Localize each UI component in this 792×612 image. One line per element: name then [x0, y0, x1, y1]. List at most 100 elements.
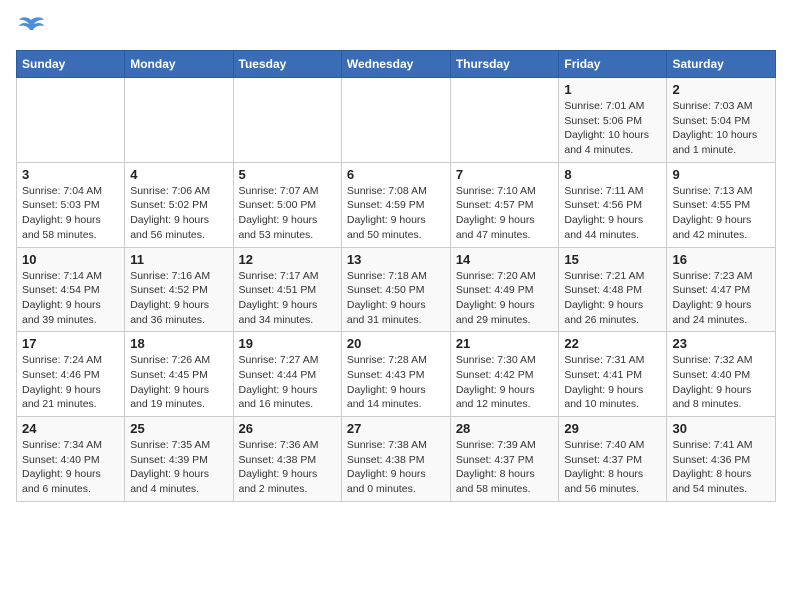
- calendar-cell: 29 Sunrise: 7:40 AM Sunset: 4:37 PM Dayli…: [559, 417, 667, 502]
- logo-icon: [16, 16, 46, 40]
- day-number: 9: [672, 167, 770, 182]
- day-info: Sunrise: 7:21 AM Sunset: 4:48 PM Dayligh…: [564, 269, 661, 328]
- day-info: Sunrise: 7:26 AM Sunset: 4:45 PM Dayligh…: [130, 353, 227, 412]
- day-info: Sunrise: 7:31 AM Sunset: 4:41 PM Dayligh…: [564, 353, 661, 412]
- week-row-4: 17Sunrise: 7:24 AM Sunset: 4:46 PM Dayli…: [17, 332, 776, 417]
- day-info: Sunrise: 7:06 AM Sunset: 5:02 PM Dayligh…: [130, 184, 227, 243]
- day-number: 22: [564, 336, 661, 351]
- day-number: 6: [347, 167, 445, 182]
- day-info: Sunrise: 7:16 AM Sunset: 4:52 PM Dayligh…: [130, 269, 227, 328]
- day-info: Sunrise: 7:04 AM Sunset: 5:03 PM Dayligh…: [22, 184, 119, 243]
- calendar-cell: 24 Sunrise: 7:34 AM Sunset: 4:40 PM Dayli…: [17, 417, 125, 502]
- calendar-cell: 12 Sunrise: 7:17 AM Sunset: 4:51 PM Dayli…: [233, 247, 341, 332]
- day-info: Sunrise: 7:08 AM Sunset: 4:59 PM Dayligh…: [347, 184, 445, 243]
- day-info: Sunrise: 7:13 AM Sunset: 4:55 PM Dayligh…: [672, 184, 770, 243]
- day-number: 20: [347, 336, 445, 351]
- day-number: 17: [22, 336, 119, 351]
- calendar-cell: 22 Sunrise: 7:31 AM Sunset: 4:41 PM Dayli…: [559, 332, 667, 417]
- day-info: Sunrise: 7:30 AM Sunset: 4:42 PM Dayligh…: [456, 353, 554, 412]
- day-number: 4: [130, 167, 227, 182]
- day-number: 16: [672, 252, 770, 267]
- calendar-cell: 27 Sunrise: 7:38 AM Sunset: 4:38 PM Dayli…: [341, 417, 450, 502]
- calendar-cell: 17Sunrise: 7:24 AM Sunset: 4:46 PM Dayli…: [17, 332, 125, 417]
- calendar-cell: 21Sunrise: 7:30 AM Sunset: 4:42 PM Dayli…: [450, 332, 559, 417]
- day-number: 8: [564, 167, 661, 182]
- calendar-cell: 7 Sunrise: 7:10 AM Sunset: 4:57 PM Daylig…: [450, 162, 559, 247]
- calendar-cell: 20 Sunrise: 7:28 AM Sunset: 4:43 PM Dayli…: [341, 332, 450, 417]
- day-info: Sunrise: 7:40 AM Sunset: 4:37 PM Dayligh…: [564, 438, 661, 497]
- day-info: Sunrise: 7:03 AM Sunset: 5:04 PM Dayligh…: [672, 99, 770, 158]
- day-of-week-friday: Friday: [559, 51, 667, 78]
- day-info: Sunrise: 7:07 AM Sunset: 5:00 PM Dayligh…: [239, 184, 336, 243]
- days-of-week-row: SundayMondayTuesdayWednesdayThursdayFrid…: [17, 51, 776, 78]
- day-info: Sunrise: 7:17 AM Sunset: 4:51 PM Dayligh…: [239, 269, 336, 328]
- calendar-cell: 11 Sunrise: 7:16 AM Sunset: 4:52 PM Dayli…: [125, 247, 233, 332]
- day-number: 1: [564, 82, 661, 97]
- day-info: Sunrise: 7:18 AM Sunset: 4:50 PM Dayligh…: [347, 269, 445, 328]
- day-number: 12: [239, 252, 336, 267]
- day-number: 30: [672, 421, 770, 436]
- calendar-cell: 10 Sunrise: 7:14 AM Sunset: 4:54 PM Dayli…: [17, 247, 125, 332]
- day-number: 11: [130, 252, 227, 267]
- calendar-cell: [450, 78, 559, 163]
- calendar-cell: 26 Sunrise: 7:36 AM Sunset: 4:38 PM Dayli…: [233, 417, 341, 502]
- day-number: 10: [22, 252, 119, 267]
- day-of-week-wednesday: Wednesday: [341, 51, 450, 78]
- day-info: Sunrise: 7:36 AM Sunset: 4:38 PM Dayligh…: [239, 438, 336, 497]
- day-info: Sunrise: 7:28 AM Sunset: 4:43 PM Dayligh…: [347, 353, 445, 412]
- day-number: 27: [347, 421, 445, 436]
- day-number: 28: [456, 421, 554, 436]
- calendar-cell: 1 Sunrise: 7:01 AM Sunset: 5:06 PM Daylig…: [559, 78, 667, 163]
- calendar-cell: 18 Sunrise: 7:26 AM Sunset: 4:45 PM Dayli…: [125, 332, 233, 417]
- day-number: 18: [130, 336, 227, 351]
- calendar-cell: 15 Sunrise: 7:21 AM Sunset: 4:48 PM Dayli…: [559, 247, 667, 332]
- day-number: 25: [130, 421, 227, 436]
- calendar-cell: 9 Sunrise: 7:13 AM Sunset: 4:55 PM Daylig…: [667, 162, 776, 247]
- day-info: Sunrise: 7:39 AM Sunset: 4:37 PM Dayligh…: [456, 438, 554, 497]
- calendar-cell: 25Sunrise: 7:35 AM Sunset: 4:39 PM Dayli…: [125, 417, 233, 502]
- day-info: Sunrise: 7:23 AM Sunset: 4:47 PM Dayligh…: [672, 269, 770, 328]
- day-of-week-tuesday: Tuesday: [233, 51, 341, 78]
- day-of-week-thursday: Thursday: [450, 51, 559, 78]
- week-row-5: 24 Sunrise: 7:34 AM Sunset: 4:40 PM Dayli…: [17, 417, 776, 502]
- day-of-week-monday: Monday: [125, 51, 233, 78]
- day-number: 15: [564, 252, 661, 267]
- calendar-cell: 4 Sunrise: 7:06 AM Sunset: 5:02 PM Daylig…: [125, 162, 233, 247]
- day-number: 19: [239, 336, 336, 351]
- day-of-week-sunday: Sunday: [17, 51, 125, 78]
- day-info: Sunrise: 7:27 AM Sunset: 4:44 PM Dayligh…: [239, 353, 336, 412]
- day-number: 24: [22, 421, 119, 436]
- calendar-cell: 28 Sunrise: 7:39 AM Sunset: 4:37 PM Dayli…: [450, 417, 559, 502]
- day-info: Sunrise: 7:20 AM Sunset: 4:49 PM Dayligh…: [456, 269, 554, 328]
- day-number: 14: [456, 252, 554, 267]
- calendar-cell: [341, 78, 450, 163]
- day-info: Sunrise: 7:14 AM Sunset: 4:54 PM Dayligh…: [22, 269, 119, 328]
- page-header: [16, 16, 776, 40]
- day-number: 13: [347, 252, 445, 267]
- day-number: 7: [456, 167, 554, 182]
- day-number: 29: [564, 421, 661, 436]
- day-info: Sunrise: 7:41 AM Sunset: 4:36 PM Dayligh…: [672, 438, 770, 497]
- logo: [16, 16, 50, 40]
- calendar-cell: 2Sunrise: 7:03 AM Sunset: 5:04 PM Daylig…: [667, 78, 776, 163]
- day-number: 26: [239, 421, 336, 436]
- calendar-cell: [17, 78, 125, 163]
- calendar-cell: 30 Sunrise: 7:41 AM Sunset: 4:36 PM Dayli…: [667, 417, 776, 502]
- day-info: Sunrise: 7:11 AM Sunset: 4:56 PM Dayligh…: [564, 184, 661, 243]
- day-info: Sunrise: 7:10 AM Sunset: 4:57 PM Dayligh…: [456, 184, 554, 243]
- day-number: 3: [22, 167, 119, 182]
- calendar-cell: 3 Sunrise: 7:04 AM Sunset: 5:03 PM Daylig…: [17, 162, 125, 247]
- calendar-cell: [125, 78, 233, 163]
- week-row-2: 3 Sunrise: 7:04 AM Sunset: 5:03 PM Daylig…: [17, 162, 776, 247]
- day-info: Sunrise: 7:34 AM Sunset: 4:40 PM Dayligh…: [22, 438, 119, 497]
- calendar-cell: 5Sunrise: 7:07 AM Sunset: 5:00 PM Daylig…: [233, 162, 341, 247]
- day-info: Sunrise: 7:01 AM Sunset: 5:06 PM Dayligh…: [564, 99, 661, 158]
- week-row-1: 1 Sunrise: 7:01 AM Sunset: 5:06 PM Daylig…: [17, 78, 776, 163]
- day-info: Sunrise: 7:38 AM Sunset: 4:38 PM Dayligh…: [347, 438, 445, 497]
- calendar-cell: 8 Sunrise: 7:11 AM Sunset: 4:56 PM Daylig…: [559, 162, 667, 247]
- calendar-cell: 13 Sunrise: 7:18 AM Sunset: 4:50 PM Dayli…: [341, 247, 450, 332]
- week-row-3: 10 Sunrise: 7:14 AM Sunset: 4:54 PM Dayli…: [17, 247, 776, 332]
- calendar-cell: 16 Sunrise: 7:23 AM Sunset: 4:47 PM Dayli…: [667, 247, 776, 332]
- day-info: Sunrise: 7:32 AM Sunset: 4:40 PM Dayligh…: [672, 353, 770, 412]
- calendar-cell: 19 Sunrise: 7:27 AM Sunset: 4:44 PM Dayli…: [233, 332, 341, 417]
